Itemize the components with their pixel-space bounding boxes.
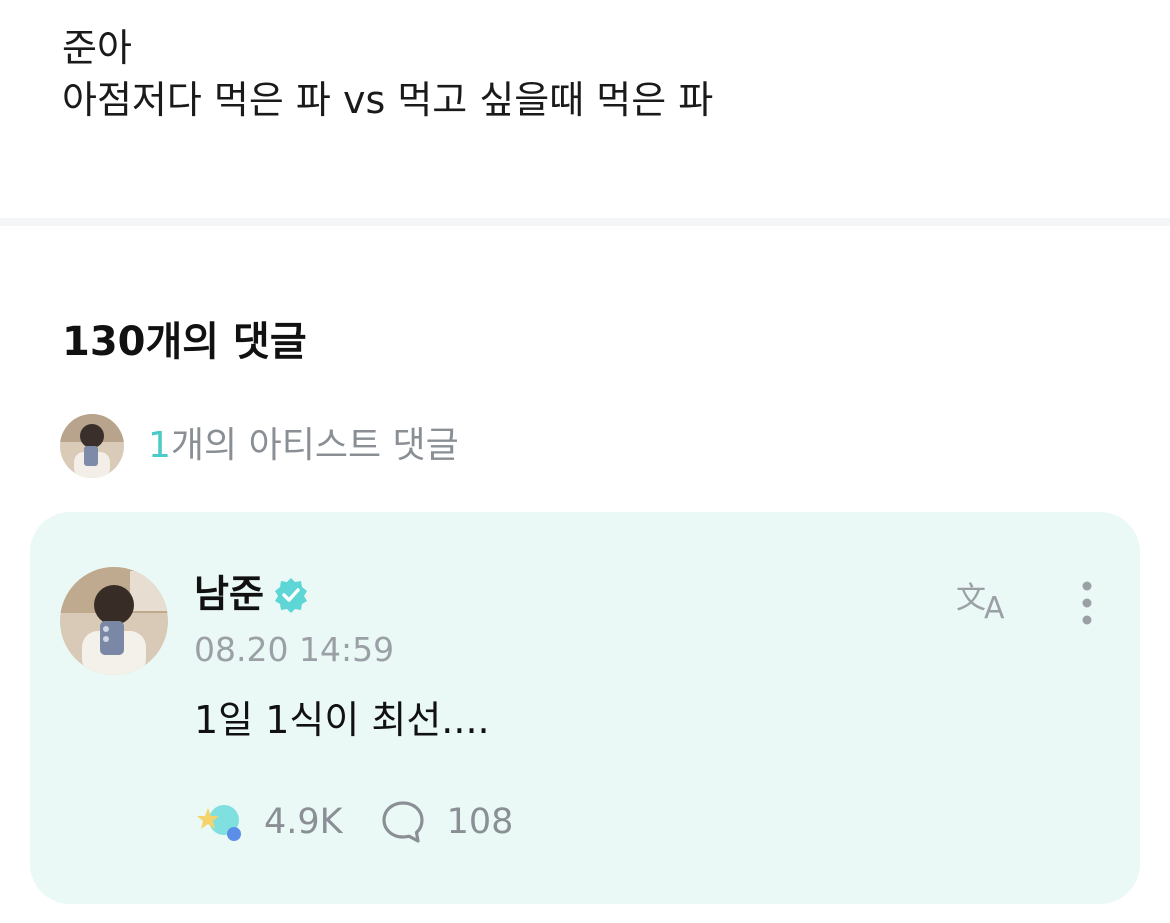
artist-comments-count: 1: [148, 425, 171, 466]
artist-comments-filter[interactable]: 1개의 아티스트 댓글: [60, 414, 459, 478]
reply-button[interactable]: 108: [379, 798, 514, 846]
like-count: 4.9K: [264, 802, 343, 842]
artist-avatar: [60, 414, 124, 478]
comment-author-name[interactable]: 남준: [194, 570, 264, 618]
artist-comment-card: 남준 08.20 14:59 文 A 1일 1식이 최선.... 4.9K 10…: [30, 512, 1140, 904]
star-reaction-icon[interactable]: [194, 796, 246, 848]
comment-author-avatar[interactable]: [60, 567, 168, 675]
comments-count-heading: 130개의 댓글: [62, 319, 307, 365]
svg-text:A: A: [984, 591, 1005, 624]
comment-reactions: 4.9K 108: [194, 796, 513, 848]
svg-text:文: 文: [956, 581, 986, 616]
post-text-line-1: 준아: [62, 26, 132, 70]
verified-badge-icon: [275, 578, 307, 613]
avatar-photo: [60, 567, 168, 675]
post-body: 준아 아점저다 먹은 파 vs 먹고 싶을때 먹은 파: [62, 22, 1112, 126]
post-text-line-2: 아점저다 먹은 파 vs 먹고 싶을때 먹은 파: [62, 78, 714, 122]
comment-timestamp: 08.20 14:59: [194, 630, 395, 669]
section-divider: [0, 218, 1170, 226]
comment-body: 1일 1식이 최선....: [194, 698, 490, 742]
avatar-photo: [60, 414, 124, 478]
speech-bubble-icon: [382, 801, 424, 843]
translate-icon[interactable]: 文 A: [954, 574, 1020, 624]
reply-count: 108: [446, 802, 514, 842]
artist-comments-label: 1개의 아티스트 댓글: [148, 422, 459, 470]
artist-comments-text: 개의 아티스트 댓글: [170, 425, 459, 466]
more-vertical-icon[interactable]: [1070, 578, 1104, 628]
